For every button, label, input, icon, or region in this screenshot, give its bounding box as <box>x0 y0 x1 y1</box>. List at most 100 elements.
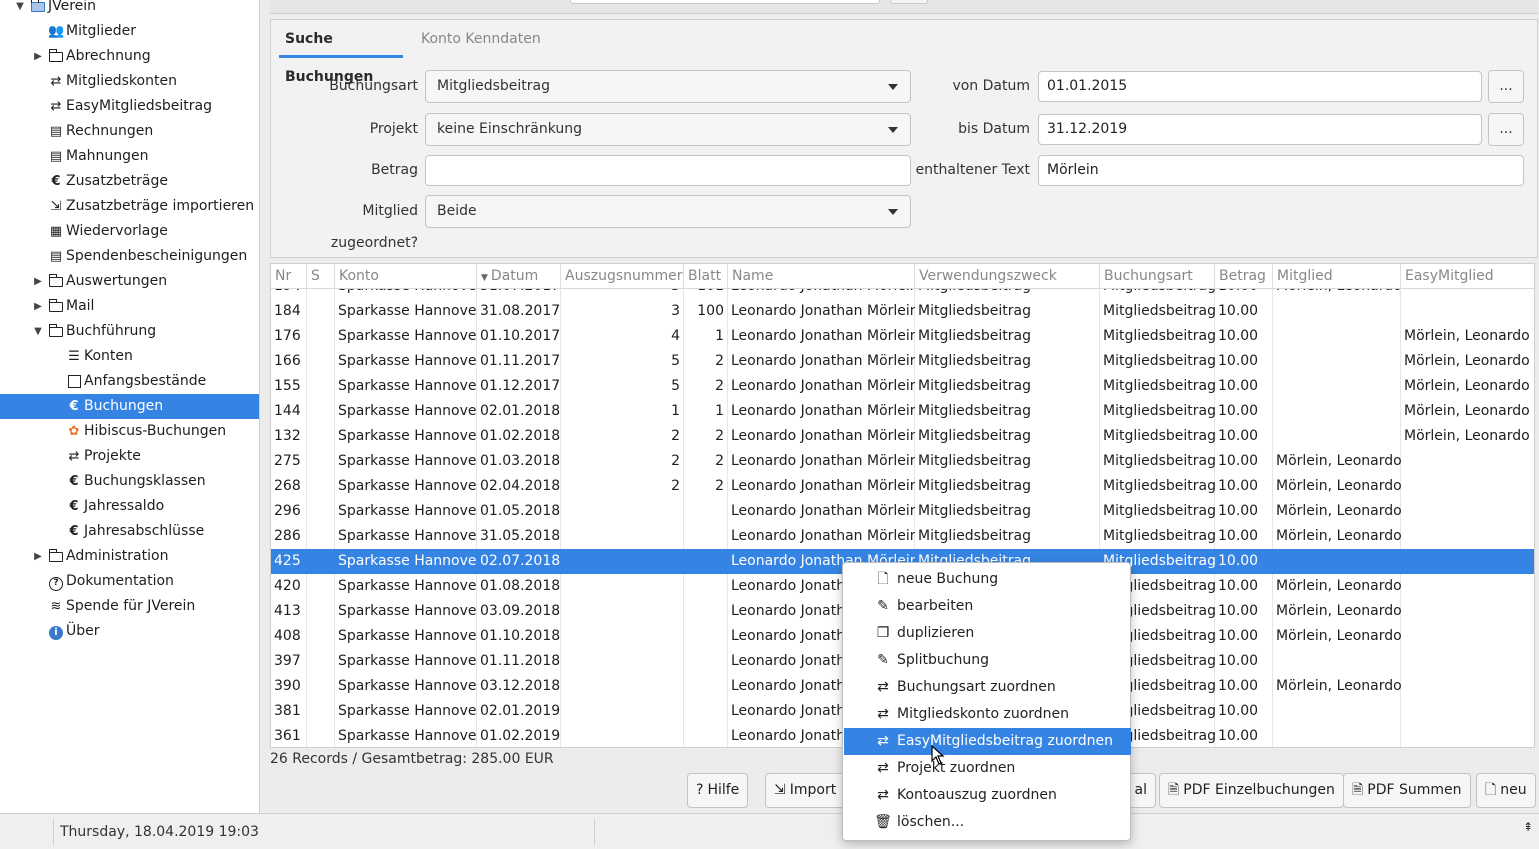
column-header-mitglied[interactable]: Mitglied <box>1273 264 1401 289</box>
sidebar-item-buchungen[interactable]: € Buchungen <box>0 394 259 419</box>
table-cell: Mörlein, Leonardo <box>1276 453 1401 469</box>
menu-item-neue-buchung[interactable]: 🗋 neue Buchung <box>844 566 1131 593</box>
menu-item-easymitgliedsbeitrag-zuordnen[interactable]: ⇄ EasyMitgliedsbeitrag zuordnen <box>844 728 1131 755</box>
column-header-auszugsnummer[interactable]: Auszugsnummer <box>561 264 684 289</box>
sidebar-item-mitgliedskonten[interactable]: ⇄ Mitgliedskonten <box>0 69 259 94</box>
sidebar-item-buchführung[interactable]: ▼ Buchführung <box>0 319 259 344</box>
table-row[interactable]: 296 Sparkasse Hannover 01.05.2018 Leonardo … <box>271 499 1534 524</box>
column-header-blatt[interactable]: Blatt <box>684 264 728 289</box>
sidebar-item-spende-für-jverein[interactable]: ≋ Spende für JVerein <box>0 594 259 619</box>
table-row[interactable]: 166 Sparkasse Hannover 01.11.2017 5 2 Leonard… <box>271 349 1534 374</box>
table-row[interactable]: 184 Sparkasse Hannover 31.08.2017 3 100 Leona… <box>271 299 1534 324</box>
sidebar-item-auswertungen[interactable]: ▶ Auswertungen <box>0 269 259 294</box>
menu-item-bearbeiten[interactable]: ✎ bearbeiten <box>844 593 1131 620</box>
bis-datum-picker-button[interactable]: ... <box>1488 113 1524 146</box>
hilfe-button[interactable]: ? Hilfe <box>687 773 749 808</box>
mitglied-zugeordnet-select[interactable]: Beide <box>425 195 911 228</box>
sidebar-item-konten[interactable]: ☰ Konten <box>0 344 259 369</box>
pdf-summen-button[interactable]: 🗎 PDF Summen <box>1343 773 1471 808</box>
sidebar-item-label: Hibiscus-Buchungen <box>84 423 227 439</box>
sidebar-item-buchungsklassen[interactable]: € Buchungsklassen <box>0 469 259 494</box>
table-row[interactable]: 132 Sparkasse Hannover 01.02.2018 2 2 Leonard… <box>271 424 1534 449</box>
sidebar-item-mahnungen[interactable]: ▤ Mahnungen <box>0 144 259 169</box>
context-menu[interactable]: 🗋 neue Buchung ✎ bearbeiten ❐ duplizieren ✎ Spl… <box>842 562 1131 841</box>
table-cell: 5 <box>671 378 680 394</box>
partial-button[interactable] <box>890 0 928 4</box>
bis-datum-input[interactable]: 31.12.2019 <box>1038 114 1482 145</box>
von-datum-input[interactable]: 01.01.2015 <box>1038 71 1482 102</box>
sidebar-item-zusatzbeträge-importieren[interactable]: ⇲ Zusatzbeträge importieren <box>0 194 259 219</box>
pdf-einzelbuchungen-button[interactable]: 🗎 PDF Einzelbuchungen <box>1159 773 1344 808</box>
table-row[interactable]: 286 Sparkasse Hannover 31.05.2018 Leonardo … <box>271 524 1534 549</box>
sidebar-item-jverein[interactable]: ▼ JVerein <box>0 0 259 19</box>
table-cell <box>1273 374 1401 399</box>
sidebar-item-mitglieder[interactable]: 👥 Mitglieder <box>0 19 259 44</box>
column-header-verwendungszweck[interactable]: Verwendungszweck <box>915 264 1100 289</box>
sidebar-item-mail[interactable]: ▶ Mail <box>0 294 259 319</box>
expand-icon[interactable]: ▶ <box>32 294 44 319</box>
table-cell: 10.00 <box>1218 453 1259 469</box>
table-row[interactable]: 176 Sparkasse Hannover 01.10.2017 4 1 Leonard… <box>271 324 1534 349</box>
menu-item-kontoauszug-zuordnen[interactable]: ⇄ Kontoauszug zuordnen <box>844 782 1131 809</box>
expand-icon[interactable]: ▶ <box>32 544 44 569</box>
column-header-name[interactable]: Name <box>728 264 915 289</box>
expand-up-icon[interactable]: ⇞ <box>1523 820 1533 834</box>
table-row[interactable]: 155 Sparkasse Hannover 01.12.2017 5 2 Leonard… <box>271 374 1534 399</box>
tab-konto-kenndaten[interactable]: Konto Kenndaten <box>421 20 551 58</box>
table-cell: 31.05.2018 <box>480 528 561 544</box>
help-icon: ? <box>696 782 704 798</box>
tab-suche-buchungen[interactable]: Suche Buchungen <box>279 20 403 85</box>
menu-item-löschen[interactable]: 🗑 löschen... <box>844 809 1131 836</box>
column-header-betrag[interactable]: Betrag <box>1215 264 1273 289</box>
menu-item-mitgliedskonto-zuordnen[interactable]: ⇄ Mitgliedskonto zuordnen <box>844 701 1131 728</box>
table-cell <box>1401 449 1534 474</box>
import-button[interactable]: ⇲ Import <box>765 773 847 808</box>
expand-icon[interactable]: ▶ <box>32 269 44 294</box>
sidebar-item-über[interactable]: i Über <box>0 619 259 644</box>
sidebar-item-projekte[interactable]: ⇄ Projekte <box>0 444 259 469</box>
table-cell: 166 <box>274 353 301 369</box>
table-cell: 01.10.2018 <box>480 628 561 644</box>
sidebar-item-abrechnung[interactable]: ▶ Abrechnung <box>0 44 259 69</box>
von-datum-picker-button[interactable]: ... <box>1488 70 1524 103</box>
expand-icon[interactable]: ▶ <box>32 44 44 69</box>
table-row[interactable]: 275 Sparkasse Hannover 01.03.2018 2 2 Leonard… <box>271 449 1534 474</box>
sidebar-item-administration[interactable]: ▶ Administration <box>0 544 259 569</box>
sidebar-item-dokumentation[interactable]: ? Dokumentation <box>0 569 259 594</box>
column-header-konto[interactable]: Konto <box>335 264 477 289</box>
enthaltener-text-input[interactable]: Mörlein <box>1038 155 1524 186</box>
sidebar-item-jahresabschlüsse[interactable]: € Jahresabschlüsse <box>0 519 259 544</box>
sidebar-item-anfangsbestände[interactable]: Anfangsbestände <box>0 369 259 394</box>
table-row[interactable]: 268 Sparkasse Hannover 02.04.2018 2 2 Leonard… <box>271 474 1534 499</box>
navigation-tree[interactable]: ▼ JVerein 👥 Mitglieder ▶ Abrechnung ⇄ Mitglieds… <box>0 0 260 813</box>
hilfe-label: Hilfe <box>707 782 740 798</box>
sidebar-item-spendenbescheinigungen[interactable]: ▤ Spendenbescheinigungen <box>0 244 259 269</box>
folder-icon <box>48 544 64 571</box>
column-header-datum[interactable]: ▼ Datum <box>477 264 561 289</box>
sidebar-item-hibiscus-buchungen[interactable]: ✿ Hibiscus-Buchungen <box>0 419 259 444</box>
table-row[interactable]: 144 Sparkasse Hannover 02.01.2018 1 1 Leonard… <box>271 399 1534 424</box>
column-header-buchungsart[interactable]: Buchungsart <box>1100 264 1215 289</box>
column-header-s[interactable]: S <box>307 264 335 289</box>
collapse-icon[interactable]: ▼ <box>32 319 44 344</box>
neu-button[interactable]: 🗋 neu <box>1476 773 1536 808</box>
column-header-nr[interactable]: Nr <box>271 264 307 289</box>
menu-item-duplizieren[interactable]: ❐ duplizieren <box>844 620 1131 647</box>
sidebar-item-easymitgliedsbeitrag[interactable]: ⇄ EasyMitgliedsbeitrag <box>0 94 259 119</box>
menu-item-projekt-zuordnen[interactable]: ⇄ Projekt zuordnen <box>844 755 1131 782</box>
menu-item-splitbuchung[interactable]: ✎ Splitbuchung <box>844 647 1131 674</box>
buchungsart-select[interactable]: Mitgliedsbeitrag <box>425 70 911 103</box>
transfer-icon: ⇄ <box>877 679 889 695</box>
column-header-easymitglied[interactable]: EasyMitglied <box>1401 264 1534 289</box>
partial-input[interactable] <box>570 0 880 4</box>
table-cell: 420 <box>274 578 301 594</box>
sidebar-item-jahressaldo[interactable]: € Jahressaldo <box>0 494 259 519</box>
menu-item-buchungsart-zuordnen[interactable]: ⇄ Buchungsart zuordnen <box>844 674 1131 701</box>
collapse-icon[interactable]: ▼ <box>14 0 26 19</box>
sidebar-item-zusatzbeträge[interactable]: € Zusatzbeträge <box>0 169 259 194</box>
projekt-select[interactable]: keine Einschränkung <box>425 113 911 146</box>
table-cell: Mitgliedsbeitrag <box>1103 303 1215 319</box>
sidebar-item-wiedervorlage[interactable]: ▦ Wiedervorlage <box>0 219 259 244</box>
betrag-input[interactable] <box>425 155 911 186</box>
sidebar-item-rechnungen[interactable]: ▤ Rechnungen <box>0 119 259 144</box>
